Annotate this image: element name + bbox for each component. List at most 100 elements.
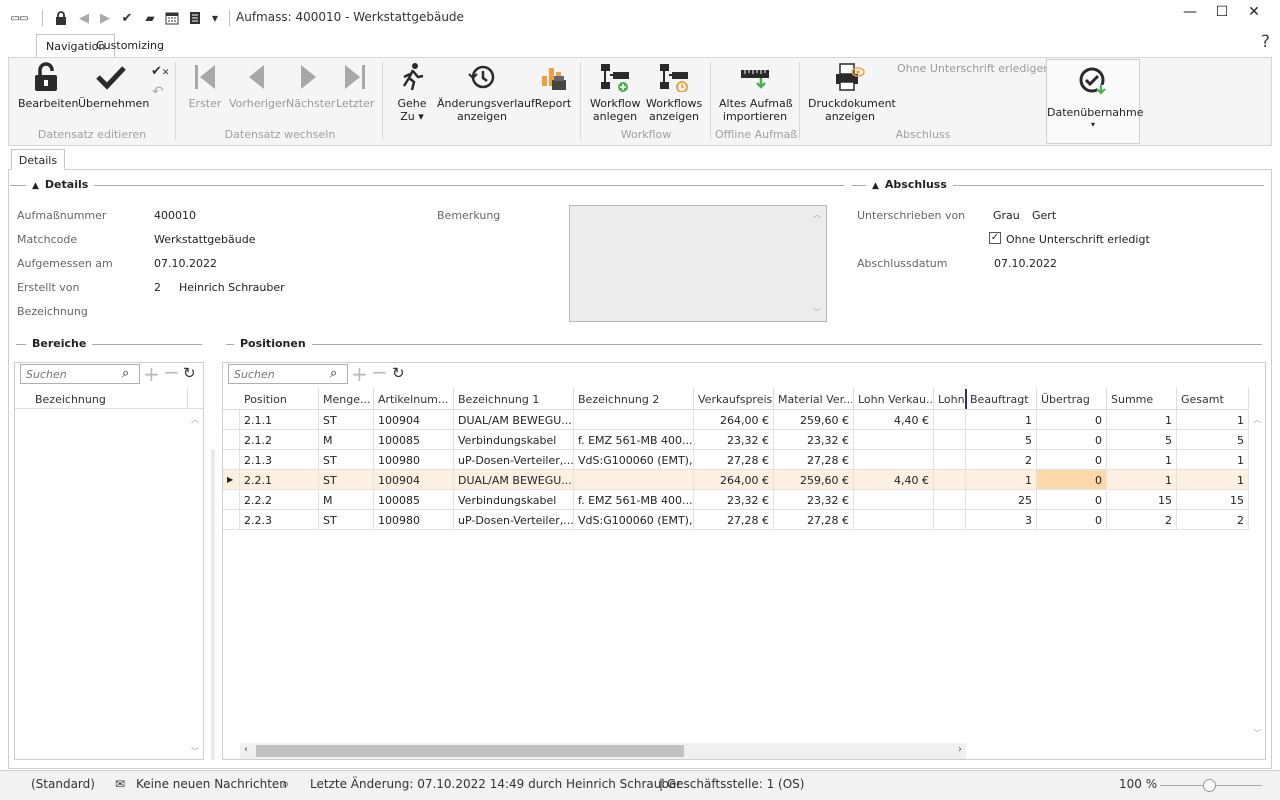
- table-cell[interactable]: 2.1.3: [240, 450, 319, 470]
- table-cell[interactable]: [574, 410, 694, 430]
- table-cell[interactable]: [854, 510, 934, 530]
- search-icon[interactable]: ⌕: [330, 366, 337, 381]
- scroll-left-icon[interactable]: ‹: [244, 744, 248, 755]
- table-cell[interactable]: Verbindungskabel: [454, 490, 574, 510]
- table-cell[interactable]: 100085: [374, 430, 454, 450]
- table-cell[interactable]: 1: [966, 470, 1037, 490]
- row-indicator[interactable]: [223, 450, 240, 470]
- unterschrieben-vorname[interactable]: Gert: [1032, 209, 1056, 222]
- table-cell[interactable]: 27,28 €: [694, 450, 774, 470]
- search-icon[interactable]: ⌕: [282, 777, 289, 792]
- scrollbar-thumb[interactable]: [256, 745, 684, 757]
- ruler-icon[interactable]: ▭▭: [8, 9, 30, 27]
- scroll-down-icon[interactable]: ﹀: [1253, 728, 1261, 739]
- minimize-button[interactable]: —: [1180, 4, 1200, 20]
- messages-status[interactable]: Keine neuen Nachrichten: [136, 777, 287, 791]
- list-icon[interactable]: [188, 9, 202, 27]
- table-cell[interactable]: ST: [319, 470, 374, 490]
- table-cell[interactable]: DUAL/AM BEWEGU...: [454, 410, 574, 430]
- table-cell[interactable]: 0: [1037, 510, 1107, 530]
- help-icon[interactable]: ?: [1261, 32, 1270, 52]
- table-cell[interactable]: [854, 430, 934, 450]
- table-cell[interactable]: 4,40 €: [854, 410, 934, 430]
- table-cell[interactable]: 100980: [374, 450, 454, 470]
- table-cell[interactable]: f. EMZ 561-MB 400...: [574, 490, 694, 510]
- table-cell[interactable]: 100085: [374, 490, 454, 510]
- table-cell[interactable]: 2: [966, 450, 1037, 470]
- table-cell[interactable]: 27,28 €: [774, 510, 854, 530]
- add-icon[interactable]: +: [351, 362, 368, 386]
- table-cell[interactable]: 1: [1107, 450, 1177, 470]
- table-cell[interactable]: f. EMZ 561-MB 400...: [574, 430, 694, 450]
- row-indicator[interactable]: [223, 410, 240, 430]
- table-cell[interactable]: 0: [1037, 450, 1107, 470]
- column-header-11[interactable]: Übertrag: [1041, 393, 1105, 406]
- next-icon[interactable]: ▶: [99, 9, 111, 27]
- remove-icon[interactable]: −: [371, 360, 388, 384]
- table-cell[interactable]: M: [319, 430, 374, 450]
- table-cell[interactable]: 1: [966, 410, 1037, 430]
- table-cell[interactable]: ST: [319, 510, 374, 530]
- table-cell[interactable]: [934, 470, 966, 490]
- table-cell[interactable]: ST: [319, 410, 374, 430]
- table-cell[interactable]: 1: [1177, 410, 1249, 430]
- table-cell[interactable]: 23,32 €: [774, 490, 854, 510]
- report-button[interactable]: Report: [533, 62, 573, 110]
- close-button[interactable]: ✕: [1244, 4, 1264, 20]
- table-cell[interactable]: 15: [1177, 490, 1249, 510]
- row-indicator[interactable]: [223, 490, 240, 510]
- tab-details[interactable]: Details: [11, 149, 65, 170]
- scroll-down-icon[interactable]: ﹀: [191, 746, 199, 757]
- abschlussdatum-value[interactable]: 07.10.2022: [994, 257, 1057, 270]
- column-header-1[interactable]: Position: [244, 393, 317, 406]
- table-cell[interactable]: VdS:G100060 (EMT),...: [574, 510, 694, 530]
- previous-icon[interactable]: ◀: [78, 9, 90, 27]
- druckdokument-button[interactable]: Druckdokument anzeigen: [808, 62, 896, 123]
- horizontal-scrollbar[interactable]: ‹ ›: [240, 743, 966, 759]
- table-cell[interactable]: 1: [1107, 410, 1177, 430]
- table-cell[interactable]: 5: [1107, 430, 1177, 450]
- scroll-down-icon[interactable]: ﹀: [813, 307, 821, 318]
- search-icon[interactable]: ⌕: [122, 366, 129, 381]
- table-cell[interactable]: 2.2.1: [240, 470, 319, 490]
- layout-status[interactable]: (Standard): [31, 777, 95, 791]
- table-cell[interactable]: 4,40 €: [854, 470, 934, 490]
- table-cell[interactable]: 264,00 €: [694, 410, 774, 430]
- table-cell[interactable]: Verbindungskabel: [454, 430, 574, 450]
- refresh-icon[interactable]: ↻: [392, 364, 405, 382]
- details-section-title[interactable]: ▲ Details: [26, 178, 95, 191]
- table-cell[interactable]: ST: [319, 450, 374, 470]
- scroll-right-icon[interactable]: ›: [958, 744, 962, 755]
- column-header-8[interactable]: Lohn Verkau...: [858, 393, 932, 406]
- table-cell[interactable]: 2.2.2: [240, 490, 319, 510]
- column-header-7[interactable]: Material Ver...: [778, 393, 852, 406]
- table-cell[interactable]: 2.1.1: [240, 410, 319, 430]
- vorheriger-button[interactable]: Vorheriger: [229, 62, 286, 110]
- table-cell[interactable]: 2: [1177, 510, 1249, 530]
- table-cell[interactable]: 1: [1177, 450, 1249, 470]
- table-cell[interactable]: 0: [1037, 410, 1107, 430]
- table-cell[interactable]: [854, 490, 934, 510]
- table-cell[interactable]: 27,28 €: [694, 510, 774, 530]
- table-cell[interactable]: 5: [966, 430, 1037, 450]
- table-cell[interactable]: M: [319, 490, 374, 510]
- add-icon[interactable]: +: [143, 362, 160, 386]
- remove-icon[interactable]: −: [163, 360, 180, 384]
- table-cell[interactable]: [854, 450, 934, 470]
- scroll-up-icon[interactable]: ︿: [813, 209, 821, 220]
- table-cell[interactable]: 2.1.2: [240, 430, 319, 450]
- table-cell[interactable]: 23,32 €: [694, 490, 774, 510]
- bereiche-column-header[interactable]: Bezeichnung: [35, 393, 106, 406]
- calendar-icon[interactable]: [164, 9, 180, 27]
- table-cell[interactable]: uP-Dosen-Verteiler,...: [454, 450, 574, 470]
- dropdown-icon[interactable]: ▼: [210, 9, 220, 27]
- table-cell[interactable]: 259,60 €: [774, 410, 854, 430]
- ohne-unterschrift-erledigen-button[interactable]: Ohne Unterschrift erledigen: [897, 62, 1050, 75]
- table-cell[interactable]: [934, 450, 966, 470]
- table-cell[interactable]: [574, 470, 694, 490]
- undo-icon[interactable]: ↶: [152, 84, 164, 100]
- uebernehmen-button[interactable]: Übernehmen: [78, 62, 149, 110]
- table-cell[interactable]: 259,60 €: [774, 470, 854, 490]
- ohne-unterschrift-checkbox[interactable]: ✓: [989, 232, 1001, 244]
- column-header-10[interactable]: Beauftragt: [970, 393, 1035, 406]
